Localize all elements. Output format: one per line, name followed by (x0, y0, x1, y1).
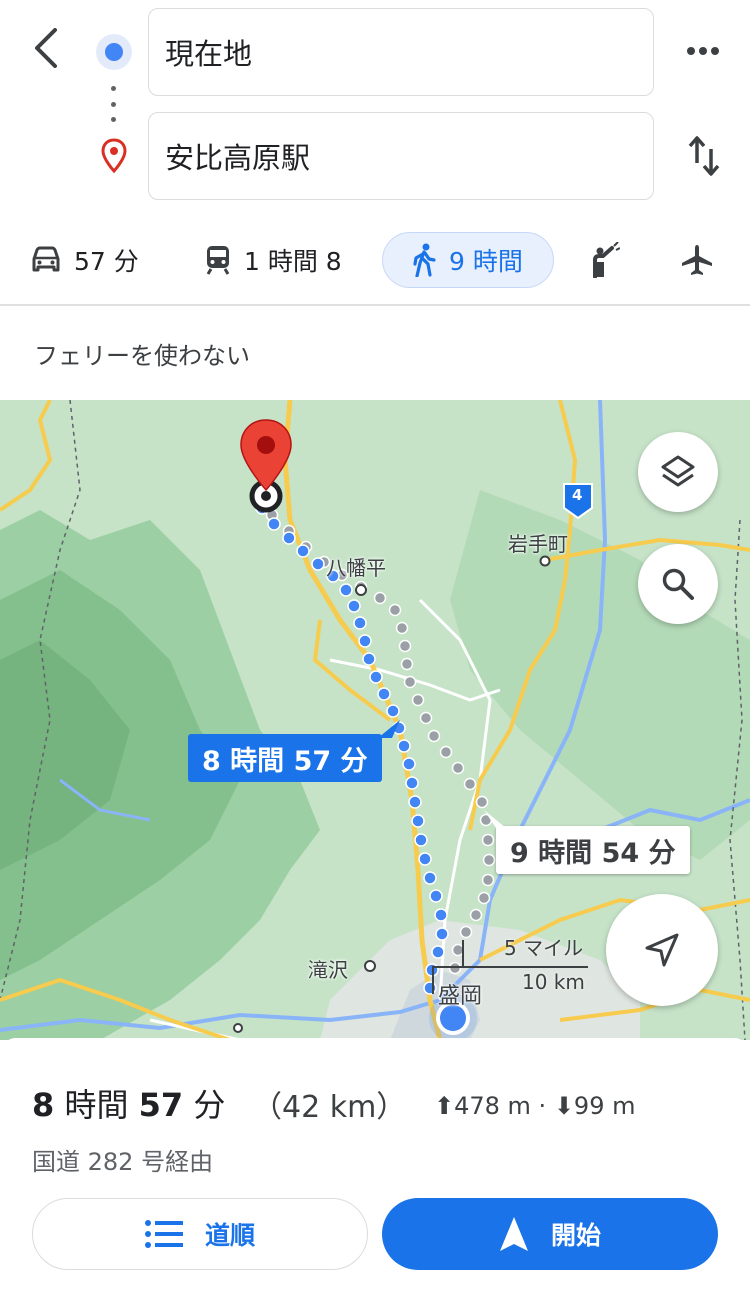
tab-walk-label: 9 時間 (449, 247, 523, 276)
duration-minutes: 57 (138, 1086, 184, 1124)
tab-flight[interactable] (680, 232, 714, 288)
search-icon (662, 568, 694, 600)
tab-transit[interactable]: 1 時間 8 (204, 232, 342, 288)
train-icon (206, 246, 230, 275)
my-location-button[interactable] (606, 894, 718, 1006)
start-navigation-button[interactable]: 開始 (382, 1198, 718, 1270)
route-via: 国道 282 号経由 (32, 1148, 214, 1176)
alt-bubble-pointer (484, 810, 506, 828)
route-connector-icon (111, 86, 117, 122)
airplane-icon (682, 245, 712, 275)
duration-minutes-unit: 分 (193, 1086, 226, 1124)
map-scale: 5 マイル 10 km (432, 932, 592, 994)
swap-arrows-icon (688, 136, 720, 176)
steps-button-label: 道順 (204, 1221, 255, 1250)
route-option-text[interactable]: フェリーを使わない (34, 336, 250, 371)
steps-button[interactable]: 道順 (32, 1198, 368, 1270)
list-icon (144, 1220, 183, 1248)
destination-pin-icon (101, 138, 127, 174)
car-icon (32, 246, 60, 272)
duration-hours: 8 (32, 1086, 55, 1124)
alt-route-time: 9 時間 54 分 (510, 837, 676, 869)
tab-drive[interactable]: 57 分 (30, 232, 139, 288)
alt-route-time-bubble[interactable]: 9 時間 54 分 (496, 826, 690, 874)
more-horizontal-icon (687, 47, 719, 55)
layers-button[interactable] (638, 432, 718, 512)
back-button[interactable] (22, 22, 70, 74)
tab-ride-hail[interactable] (590, 232, 620, 288)
back-arrow-icon (35, 28, 57, 68)
swap-route-button[interactable] (680, 130, 728, 182)
navigation-arrow-icon (645, 933, 679, 967)
layers-icon (661, 455, 695, 487)
walk-icon (413, 243, 436, 277)
destination-input[interactable]: 安比高原駅 (148, 112, 654, 200)
place-label-hachimantai: 八幡平 (326, 556, 386, 580)
route-summary-panel: 8 時間 57 分 （42 km） ⬆478 m · ⬇99 m 国道 282 … (0, 1038, 750, 1294)
route-distance: （42 km） (252, 1090, 407, 1125)
ride-hail-icon (593, 242, 620, 278)
modes-divider (0, 304, 750, 306)
origin-dot-icon (96, 34, 132, 70)
destination-input-text: 安比高原駅 (165, 141, 311, 175)
road-shield-label: 4 (572, 486, 583, 504)
navigation-start-icon (499, 1217, 528, 1251)
place-label-takizawa: 滝沢 (308, 958, 348, 982)
tab-walk[interactable]: 9 時間 (382, 232, 554, 288)
map-view[interactable]: 4 八幡平 岩手町 滝沢 盛岡 8 時間 57 分 9 時間 54 分 5 マイ… (0, 400, 750, 1040)
primary-bubble-pointer (378, 720, 400, 738)
place-label-iwate-town: 岩手町 (508, 532, 568, 556)
start-button-label: 開始 (550, 1221, 601, 1250)
travel-mode-tabs: 57 分 1 時間 8 9 時間 (0, 226, 750, 296)
primary-route-time: 8 時間 57 分 (202, 745, 368, 777)
duration-hours-unit: 時間 (64, 1086, 129, 1124)
destination-pin-marker-icon (240, 419, 292, 492)
tab-drive-label: 57 分 (74, 247, 139, 276)
tab-transit-label: 1 時間 8 (244, 247, 342, 276)
origin-input[interactable]: 現在地 (148, 8, 654, 96)
scale-miles: 5 マイル (504, 936, 584, 960)
directions-header: 現在地 安比高原駅 (0, 0, 750, 210)
search-along-route-button[interactable] (638, 544, 718, 624)
route-duration: 8 時間 57 分 (32, 1080, 225, 1126)
more-options-button[interactable] (680, 28, 726, 74)
route-elevation: ⬆478 m · ⬇99 m (434, 1092, 636, 1120)
scale-km: 10 km (522, 970, 585, 994)
primary-route-time-bubble[interactable]: 8 時間 57 分 (188, 734, 382, 782)
origin-input-text: 現在地 (165, 37, 253, 71)
